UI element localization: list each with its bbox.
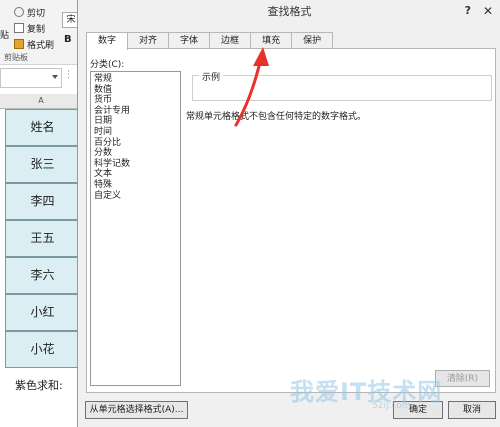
bold-button[interactable]: B — [64, 34, 72, 45]
clear-button[interactable]: 清除(R) — [435, 370, 490, 387]
category-item-percentage[interactable]: 百分比 — [94, 138, 177, 149]
column-header-a[interactable]: A — [0, 94, 82, 109]
cell-a7[interactable]: 小花 — [5, 331, 80, 368]
brush-icon — [14, 39, 24, 49]
category-list[interactable]: 常规 数值 货币 会计专用 日期 时间 百分比 分数 科学记数 文本 特殊 自定… — [90, 71, 181, 386]
name-box[interactable] — [0, 68, 62, 88]
copy-label: 复制 — [27, 24, 46, 35]
category-label: 分类(C): — [90, 60, 125, 70]
dialog-titlebar[interactable]: 查找格式 ? ✕ — [78, 0, 500, 24]
tab-font[interactable]: 字体 — [168, 32, 211, 49]
cancel-button[interactable]: 取消 — [448, 401, 496, 419]
category-item-general[interactable]: 常规 — [94, 74, 177, 85]
category-item-currency[interactable]: 货币 — [94, 95, 177, 106]
cell-a4[interactable]: 王五 — [5, 220, 80, 257]
choose-format-from-cell-button[interactable]: 从单元格选择格式(A)... — [85, 401, 188, 419]
find-format-dialog: 查找格式 ? ✕ 数字 对齐 字体 边框 填充 保护 分类(C): 常规 数值 … — [77, 0, 500, 427]
cut-button[interactable]: 剪切 — [14, 6, 46, 19]
category-item-number[interactable]: 数值 — [94, 85, 177, 96]
copy-icon — [14, 23, 24, 33]
format-description: 常规单元格格式不包含任何特定的数字格式。 — [186, 112, 367, 122]
scissors-icon — [14, 7, 24, 17]
watermark-url: 52ij.com — [372, 401, 411, 411]
clipboard-group-label: 剪贴板 — [4, 53, 28, 62]
cell-a8[interactable]: 紫色求和: — [5, 368, 80, 405]
format-painter-label: 格式刷 — [27, 40, 55, 51]
tab-protection[interactable]: 保护 — [291, 32, 334, 49]
category-item-text[interactable]: 文本 — [94, 169, 177, 180]
tab-strip: 数字 对齐 字体 边框 填充 保护 — [86, 32, 334, 50]
category-item-fraction[interactable]: 分数 — [94, 148, 177, 159]
cell-a5[interactable]: 李六 — [5, 257, 80, 294]
tab-alignment[interactable]: 对齐 — [127, 32, 170, 49]
dialog-title: 查找格式 — [267, 5, 312, 18]
sample-box: 示例 — [192, 70, 492, 101]
cell-a1[interactable]: 姓名 — [5, 109, 80, 146]
cut-label: 剪切 — [27, 8, 46, 19]
chevron-down-icon[interactable] — [52, 75, 58, 79]
category-item-scientific[interactable]: 科学记数 — [94, 159, 177, 170]
sample-label: 示例 — [199, 70, 224, 83]
number-tab-panel: 分类(C): 常规 数值 货币 会计专用 日期 时间 百分比 分数 科学记数 文… — [86, 48, 496, 393]
format-painter-button[interactable]: 格式刷 — [14, 38, 55, 51]
category-item-time[interactable]: 时间 — [94, 127, 177, 138]
cell-a6[interactable]: 小红 — [5, 294, 80, 331]
category-item-accounting[interactable]: 会计专用 — [94, 106, 177, 117]
category-item-special[interactable]: 特殊 — [94, 180, 177, 191]
cell-a2[interactable]: 张三 — [5, 146, 80, 183]
watermark-logo: 我爱IT技术网 — [290, 378, 443, 406]
tab-fill[interactable]: 填充 — [250, 32, 293, 49]
help-button[interactable]: ? — [465, 4, 471, 17]
tab-number[interactable]: 数字 — [86, 32, 129, 50]
close-icon[interactable]: ✕ — [483, 4, 493, 18]
cell-a3[interactable]: 李四 — [5, 183, 80, 220]
formula-bar-separator: ⋮ — [64, 70, 73, 80]
copy-button[interactable]: 复制 — [14, 22, 46, 35]
tab-border[interactable]: 边框 — [209, 32, 252, 49]
paste-label[interactable]: 贴 — [0, 28, 9, 41]
category-item-date[interactable]: 日期 — [94, 116, 177, 127]
category-item-custom[interactable]: 自定义 — [94, 191, 177, 202]
